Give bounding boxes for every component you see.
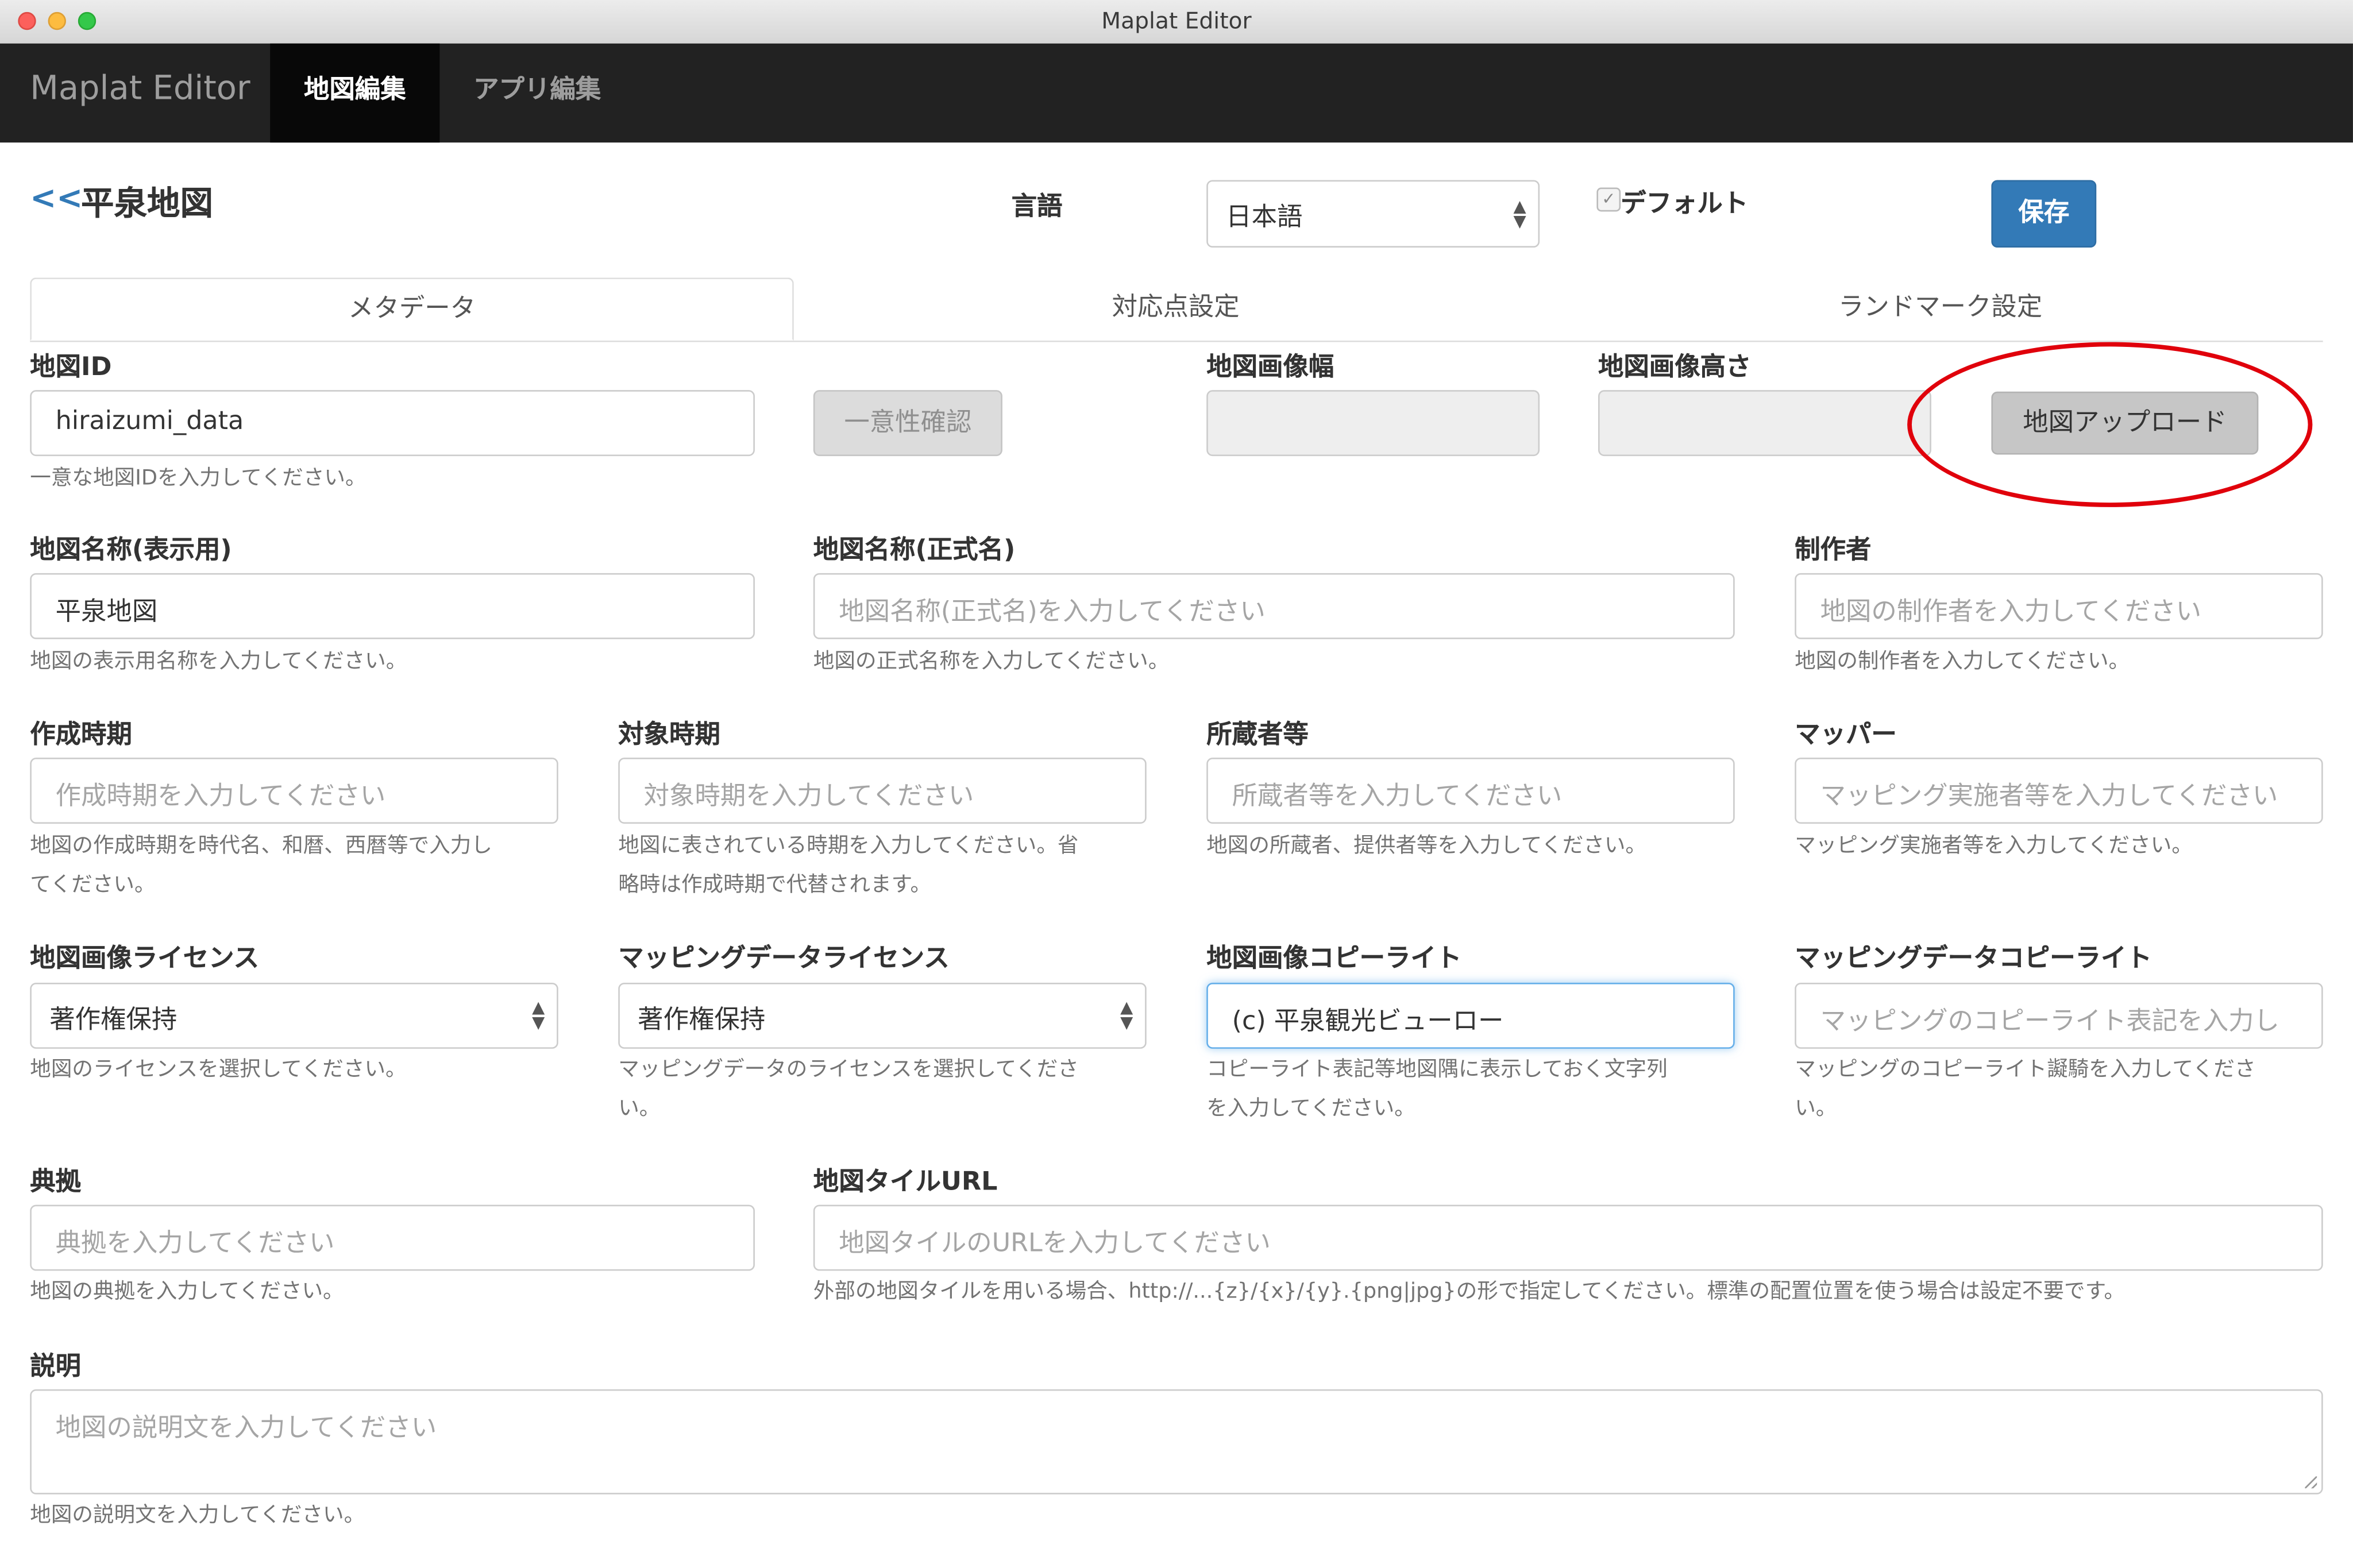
official-name-label: 地図名称(正式名) — [813, 535, 1016, 566]
image-copyright-input[interactable]: (c) 平泉観光ビューロー — [1206, 982, 1735, 1049]
image-license-help: 地図のライセンスを選択してください。 — [30, 1057, 407, 1082]
page-title: 平泉地図 — [81, 186, 213, 224]
mapper-help: マッピング実施者等を入力してください。 — [1795, 834, 2193, 859]
tab-metadata[interactable]: メタデータ — [30, 277, 794, 341]
display-name-label: 地図名称(表示用) — [30, 535, 232, 566]
description-label: 説明 — [30, 1351, 82, 1382]
description-help: 地図の説明文を入力してください。 — [30, 1503, 365, 1528]
resize-handle-icon[interactable] — [2305, 1476, 2317, 1489]
help-line: てください。 — [30, 873, 156, 898]
data-copyright-help: マッピングのコピーライト譺騎を入力してくださ い。 — [1795, 1051, 2255, 1129]
created-period-label: 作成時期 — [30, 720, 132, 751]
map-upload-button[interactable]: 地図アップロード — [1991, 391, 2259, 455]
target-period-input[interactable]: 対象時期を入力してください — [618, 758, 1147, 824]
select-arrows-icon: ▲ ▼ — [1513, 195, 1526, 230]
language-select-value: 日本語 — [1226, 202, 1303, 233]
image-height-label: 地図画像高さ — [1598, 352, 1752, 383]
maplat-editor-window: Maplat Editor Maplat Editor 地図編集 アプリ編集 <… — [0, 0, 2353, 1568]
help-line: コピーライト表記等地図隅に表示しておく文字列 — [1206, 1057, 1668, 1082]
data-license-label: マッピングデータライセンス — [618, 944, 950, 974]
brand-title[interactable]: Maplat Editor — [30, 71, 250, 108]
save-button[interactable]: 保存 — [1991, 180, 2097, 248]
data-copyright-label: マッピングデータコピーライト — [1795, 944, 2152, 974]
window-titlebar: Maplat Editor — [0, 0, 2353, 45]
tab-divider — [30, 340, 2323, 342]
description-placeholder: 地図の説明文を入力してください — [55, 1413, 437, 1443]
nav-tab-app-edit[interactable]: アプリ編集 — [439, 44, 635, 142]
help-line: 略時は作成時期で代替されます。 — [618, 873, 932, 898]
default-label: デフォルト — [1621, 189, 1749, 219]
image-width-input[interactable] — [1206, 390, 1540, 457]
mapper-label: マッパー — [1795, 720, 1897, 751]
creator-input[interactable]: 地図の制作者を入力してください — [1795, 573, 2323, 639]
data-license-value: 著作権保持 — [638, 1005, 766, 1036]
description-textarea[interactable]: 地図の説明文を入力してください — [30, 1389, 2323, 1494]
tab-landmarks[interactable]: ランドマーク設定 — [1557, 277, 2323, 341]
back-link[interactable]: << — [30, 180, 83, 216]
data-copyright-input[interactable]: マッピングのコピーライト表記を入力し — [1795, 982, 2323, 1049]
uniqueness-check-button[interactable]: 一意性確認 — [813, 390, 1002, 457]
official-name-input[interactable]: 地図名称(正式名)を入力してください — [813, 573, 1735, 639]
official-name-help: 地図の正式名称を入力してください。 — [813, 650, 1170, 674]
map-id-label: 地図ID — [30, 352, 112, 383]
image-height-input[interactable] — [1598, 390, 1931, 457]
window-title: Maplat Editor — [1101, 7, 1252, 35]
default-checkbox[interactable]: ✓ — [1596, 187, 1621, 212]
help-line: い。 — [618, 1096, 661, 1121]
target-period-label: 対象時期 — [618, 720, 720, 751]
map-id-help: 一意な地図IDを入力してください。 — [30, 466, 367, 491]
select-arrows-icon: ▲ ▼ — [1120, 998, 1133, 1033]
tab-control-points[interactable]: 対応点設定 — [794, 277, 1558, 341]
nav-tab-map-edit[interactable]: 地図編集 — [270, 43, 440, 143]
image-license-select[interactable]: 著作権保持 ▲ ▼ — [30, 982, 558, 1049]
top-navbar: Maplat Editor 地図編集 アプリ編集 — [0, 43, 2353, 143]
tile-url-input[interactable]: 地図タイルのURLを入力してください — [813, 1204, 2323, 1271]
creator-label: 制作者 — [1795, 535, 1872, 566]
check-icon: ✓ — [1602, 189, 1616, 209]
help-line: マッピングデータのライセンスを選択してくださ — [618, 1057, 1079, 1082]
source-input[interactable]: 典拠を入力してください — [30, 1204, 755, 1271]
image-copyright-label: 地図画像コピーライト — [1206, 944, 1462, 974]
image-license-value: 著作権保持 — [49, 1005, 178, 1036]
image-width-label: 地図画像幅 — [1206, 352, 1334, 383]
source-label: 典拠 — [30, 1167, 82, 1198]
help-line: 地図の作成時期を時代名、和暦、西暦等で入力し — [30, 834, 492, 859]
display-name-input[interactable]: 平泉地図 — [30, 573, 755, 639]
display-name-help: 地図の表示用名称を入力してください。 — [30, 650, 407, 674]
owner-input[interactable]: 所蔵者等を入力してください — [1206, 758, 1735, 824]
mapper-input[interactable]: マッピング実施者等を入力してください — [1795, 758, 2323, 824]
help-line: を入力してください。 — [1206, 1096, 1415, 1121]
language-label: 言語 — [1011, 192, 1063, 222]
language-select[interactable]: 日本語 ▲ ▼ — [1206, 180, 1540, 248]
source-help: 地図の典拠を入力してください。 — [30, 1280, 344, 1304]
map-id-input[interactable]: hiraizumi_data — [30, 390, 755, 457]
created-period-help: 地図の作成時期を時代名、和暦、西暦等で入力し てください。 — [30, 827, 492, 905]
help-line: 地図に表されている時期を入力してください。省 — [618, 834, 1079, 859]
image-license-label: 地図画像ライセンス — [30, 944, 260, 974]
created-period-input[interactable]: 作成時期を入力してください — [30, 758, 558, 824]
creator-help: 地図の制作者を入力してください。 — [1795, 650, 2130, 674]
tile-url-help: 外部の地図タイルを用いる場合、http://...{z}/{x}/{y}.{pn… — [813, 1280, 2126, 1304]
owner-label: 所蔵者等 — [1206, 720, 1309, 751]
select-arrows-icon: ▲ ▼ — [532, 998, 545, 1033]
tile-url-label: 地図タイルURL — [813, 1167, 998, 1198]
help-line: マッピングのコピーライト譺騎を入力してくださ — [1795, 1057, 2256, 1082]
owner-help: 地図の所蔵者、提供者等を入力してください。 — [1206, 834, 1647, 859]
data-license-help: マッピングデータのライセンスを選択してくださ い。 — [618, 1051, 1079, 1129]
help-line: い。 — [1795, 1096, 1837, 1121]
data-license-select[interactable]: 著作権保持 ▲ ▼ — [618, 982, 1147, 1049]
target-period-help: 地図に表されている時期を入力してください。省 略時は作成時期で代替されます。 — [618, 827, 1078, 905]
image-copyright-help: コピーライト表記等地図隅に表示しておく文字列 を入力してください。 — [1206, 1051, 1667, 1129]
